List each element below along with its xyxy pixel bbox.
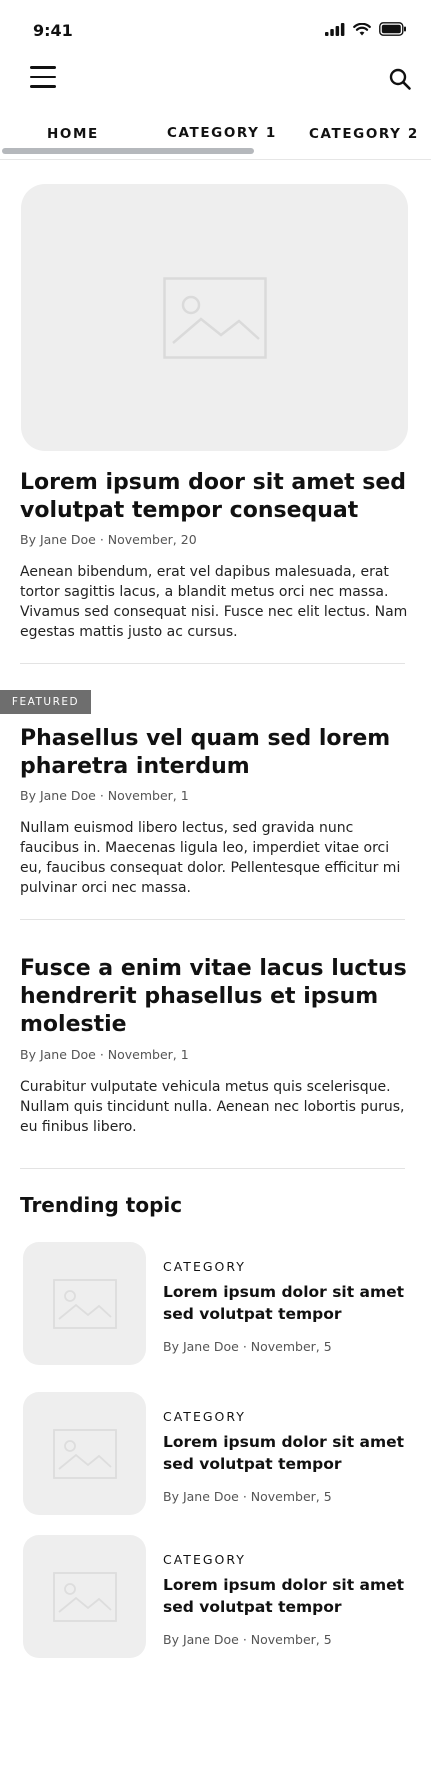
trend-headline[interactable]: Lorem ipsum dolor sit amet sed volutpat … (163, 1281, 423, 1325)
category-tabs: HOME CATEGORY 1 CATEGORY 2 (0, 122, 431, 160)
menu-icon[interactable] (30, 66, 56, 90)
article-headline[interactable]: Lorem ipsum door sit amet sed volutpat t… (20, 469, 410, 525)
wifi-icon (353, 22, 371, 35)
list-item[interactable]: CATEGORY Lorem ipsum dolor sit amet sed … (0, 1392, 431, 1516)
trend-category: CATEGORY (163, 1552, 246, 1567)
trending-title: Trending topic (20, 1193, 183, 1217)
tab-category-1[interactable]: CATEGORY 1 (167, 125, 277, 141)
image-placeholder-icon (162, 276, 267, 359)
hero-image[interactable] (21, 184, 408, 451)
article-byline: By Jane Doe · November, 20 (20, 532, 197, 547)
signal-icon (325, 22, 345, 36)
search-icon[interactable] (388, 67, 412, 91)
article-excerpt: Curabitur vulputate vehicula metus quis … (20, 1079, 405, 1135)
trend-thumbnail (23, 1392, 146, 1515)
article-excerpt: Nullam euismod libero lectus, sed gravid… (20, 820, 401, 896)
article-byline: By Jane Doe · November, 1 (20, 788, 189, 803)
divider (20, 919, 405, 920)
article-excerpt: Aenean bibendum, erat vel dapibus malesu… (20, 564, 408, 640)
trend-byline: By Jane Doe · November, 5 (163, 1632, 332, 1647)
divider (20, 663, 405, 664)
article-headline[interactable]: Fusce a enim vitae lacus luctus hendreri… (20, 955, 410, 1039)
trend-byline: By Jane Doe · November, 5 (163, 1339, 332, 1354)
image-placeholder-icon (52, 1571, 117, 1622)
article-byline: By Jane Doe · November, 1 (20, 1047, 189, 1062)
trend-headline[interactable]: Lorem ipsum dolor sit amet sed volutpat … (163, 1431, 423, 1475)
trend-thumbnail (23, 1242, 146, 1365)
image-placeholder-icon (52, 1428, 117, 1479)
trend-byline: By Jane Doe · November, 5 (163, 1489, 332, 1504)
divider (20, 1168, 405, 1169)
tab-scrollbar[interactable] (2, 148, 254, 154)
image-placeholder-icon (52, 1278, 117, 1329)
trend-headline[interactable]: Lorem ipsum dolor sit amet sed volutpat … (163, 1574, 423, 1618)
article-headline[interactable]: Phasellus vel quam sed lorem pharetra in… (20, 725, 410, 781)
list-item[interactable]: CATEGORY Lorem ipsum dolor sit amet sed … (0, 1242, 431, 1366)
status-bar: 9:41 (0, 0, 431, 60)
app-screen: 9:41 HOME CATEGORY 1 CATEGORY 2 Lorem ip… (0, 0, 431, 1771)
featured-badge: FEATURED (0, 690, 91, 714)
tab-home[interactable]: HOME (47, 126, 99, 142)
trend-category: CATEGORY (163, 1409, 246, 1424)
status-icons (325, 22, 407, 36)
list-item[interactable]: CATEGORY Lorem ipsum dolor sit amet sed … (0, 1535, 431, 1659)
trend-thumbnail (23, 1535, 146, 1658)
trend-category: CATEGORY (163, 1259, 246, 1274)
status-time: 9:41 (33, 21, 73, 40)
tab-category-2[interactable]: CATEGORY 2 (309, 126, 419, 142)
battery-icon (379, 22, 406, 36)
